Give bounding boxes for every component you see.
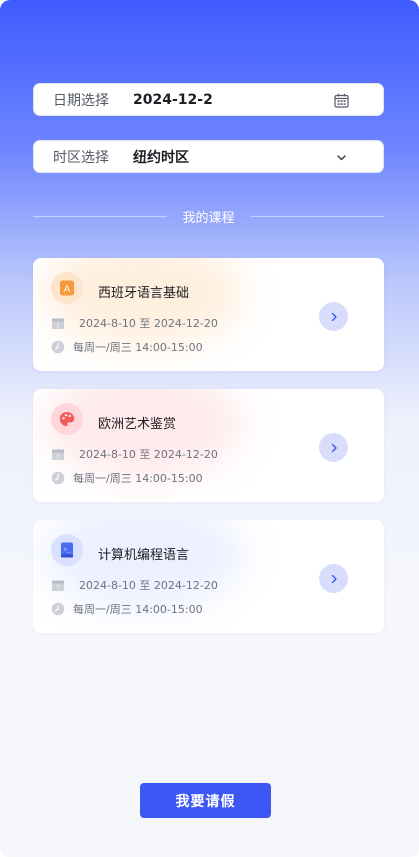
section-divider: 我的课程 — [33, 206, 385, 226]
course-date-range: 2024-8-10 至 2024-12-20 — [79, 448, 218, 461]
calendar-icon: 7 — [52, 449, 64, 461]
timezone-select-field[interactable]: 时区选择 纽约时区 — [33, 140, 384, 173]
course-schedule: 每周一/周三 14:00-15:00 — [73, 472, 203, 485]
chevron-down-icon[interactable] — [334, 150, 349, 165]
date-label: 日期选择 — [53, 92, 109, 109]
svg-text:>_: >_ — [63, 547, 71, 554]
divider-line-right — [250, 215, 385, 217]
course-date-row: 7 2024-8-10 至 2024-12-20 — [51, 315, 218, 331]
timezone-value: 纽约时区 — [133, 149, 189, 166]
course-title: 欧洲艺术鉴赏 — [98, 417, 177, 432]
calendar-icon: 7 — [52, 318, 64, 330]
course-schedule: 每周一/周三 14:00-15:00 — [73, 341, 203, 354]
clock-icon — [51, 471, 65, 485]
date-value: 2024-12-2 — [133, 91, 213, 108]
course-title: 西班牙语言基础 — [98, 286, 190, 301]
calendar-icon[interactable] — [334, 93, 349, 108]
timezone-label: 时区选择 — [53, 149, 109, 166]
course-card[interactable]: A 西班牙语言基础 7 2024-8-10 至 2024-12-20 每周一/周… — [33, 258, 384, 371]
leave-request-screen: 日期选择 2024-12-2 时区选择 纽约时区 我的课程 A 西班牙语言基础 … — [0, 0, 419, 857]
calendar-icon: 7 — [52, 580, 64, 592]
course-date-row: 7 2024-8-10 至 2024-12-20 — [51, 446, 218, 462]
language-icon: A — [51, 272, 83, 304]
course-date-range: 2024-8-10 至 2024-12-20 — [79, 317, 218, 330]
course-card[interactable]: >_ 计算机编程语言 7 2024-8-10 至 2024-12-20 每周一/… — [33, 520, 384, 633]
course-schedule-row: 每周一/周三 14:00-15:00 — [51, 339, 203, 355]
svg-text:A: A — [64, 284, 71, 295]
chevron-right-icon — [331, 574, 337, 583]
course-schedule-row: 每周一/周三 14:00-15:00 — [51, 601, 203, 617]
date-picker-field[interactable]: 日期选择 2024-12-2 — [33, 83, 384, 116]
request-leave-button[interactable]: 我要请假 — [140, 783, 271, 818]
course-detail-button[interactable] — [319, 564, 348, 593]
course-schedule-row: 每周一/周三 14:00-15:00 — [51, 470, 203, 486]
code-book-icon: >_ — [51, 534, 83, 566]
chevron-right-icon — [331, 443, 337, 452]
divider-line-left — [33, 215, 167, 217]
chevron-right-icon — [331, 312, 337, 321]
course-card[interactable]: 欧洲艺术鉴赏 7 2024-8-10 至 2024-12-20 每周一/周三 1… — [33, 389, 384, 502]
course-date-row: 7 2024-8-10 至 2024-12-20 — [51, 577, 218, 593]
section-title: 我的课程 — [182, 210, 235, 226]
clock-icon — [51, 602, 65, 616]
card-glow — [43, 258, 243, 348]
course-title: 计算机编程语言 — [98, 548, 190, 563]
clock-icon — [51, 340, 65, 354]
course-detail-button[interactable] — [319, 302, 348, 331]
card-glow — [43, 520, 243, 610]
palette-icon — [51, 403, 83, 435]
course-detail-button[interactable] — [319, 433, 348, 462]
card-glow — [43, 389, 243, 479]
course-date-range: 2024-8-10 至 2024-12-20 — [79, 579, 218, 592]
course-schedule: 每周一/周三 14:00-15:00 — [73, 603, 203, 616]
